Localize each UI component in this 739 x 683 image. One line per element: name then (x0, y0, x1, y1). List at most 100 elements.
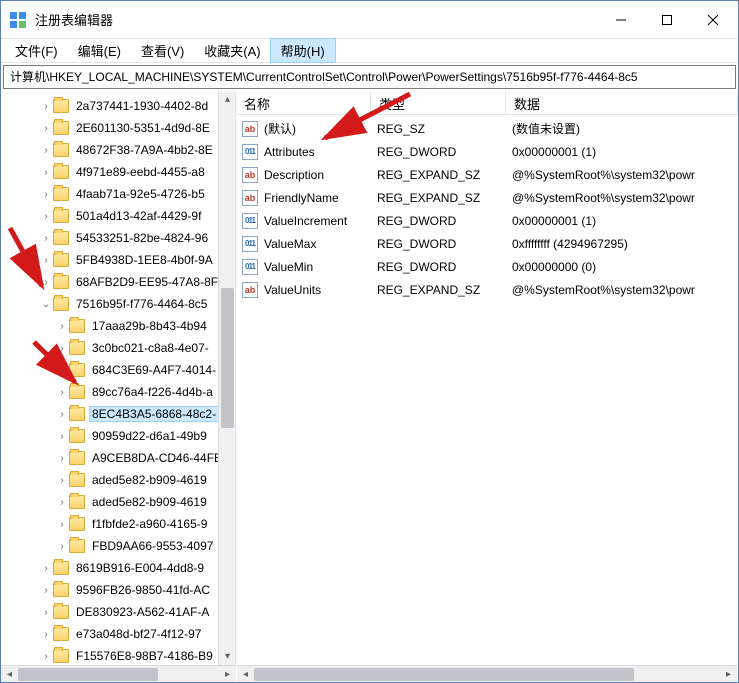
col-data[interactable]: 数据 (506, 91, 738, 114)
window-title: 注册表编辑器 (35, 10, 113, 29)
expand-icon[interactable]: ⌄ (39, 299, 53, 310)
folder-icon (53, 121, 69, 135)
expand-icon[interactable]: › (55, 497, 69, 508)
scroll-up-icon[interactable]: ▴ (219, 91, 236, 108)
folder-icon (53, 605, 69, 619)
expand-icon[interactable]: › (39, 211, 53, 222)
expand-icon[interactable]: › (55, 519, 69, 530)
folder-icon (69, 517, 85, 531)
folder-icon (69, 539, 85, 553)
close-button[interactable] (690, 5, 736, 35)
list-row[interactable]: 011ValueMinREG_DWORD0x00000000 (0) (236, 255, 738, 278)
expand-icon[interactable]: › (55, 541, 69, 552)
value-data: 0x00000001 (1) (512, 145, 738, 159)
scroll-down-icon[interactable]: ▾ (219, 648, 236, 665)
list-row[interactable]: 011ValueIncrementREG_DWORD0x00000001 (1) (236, 209, 738, 232)
tree-item[interactable]: ›8EC4B3A5-6868-48c2- (7, 403, 235, 425)
tree-item[interactable]: ›90959d22-d6a1-49b9 (7, 425, 235, 447)
folder-icon (69, 473, 85, 487)
expand-icon[interactable]: › (39, 189, 53, 200)
list-row[interactable]: 011ValueMaxREG_DWORD0xffffffff (42949672… (236, 232, 738, 255)
menu-view[interactable]: 查看(V) (131, 39, 194, 62)
tree-item[interactable]: ›3c0bc021-c8a8-4e07- (7, 337, 235, 359)
tree-item[interactable]: ›89cc76a4-f226-4d4b-a (7, 381, 235, 403)
expand-icon[interactable]: › (39, 233, 53, 244)
expand-icon[interactable]: › (55, 387, 69, 398)
expand-icon[interactable]: › (39, 145, 53, 156)
tree-item[interactable]: ›FBD9AA66-9553-4097 (7, 535, 235, 557)
scroll-left-icon[interactable]: ◂ (1, 666, 18, 683)
tree-item[interactable]: ›aded5e82-b909-4619 (7, 469, 235, 491)
tree-item[interactable]: ›17aaa29b-8b43-4b94 (7, 315, 235, 337)
expand-icon[interactable]: › (55, 431, 69, 442)
tree-horizontal-scrollbar[interactable]: ◂ ▸ (1, 665, 236, 682)
tree-item[interactable]: ›9596FB26-9850-41fd-AC (7, 579, 235, 601)
tree-item[interactable]: ›8619B916-E004-4dd8-9 (7, 557, 235, 579)
tree-item[interactable]: › F15576E8-98B7-4186-B9 (7, 645, 235, 667)
expand-icon[interactable]: › (39, 167, 53, 178)
list-row[interactable]: 011AttributesREG_DWORD0x00000001 (1) (236, 140, 738, 163)
expand-icon[interactable]: › (39, 123, 53, 134)
list-horizontal-scrollbar[interactable]: ◂ ▸ (237, 665, 737, 682)
binary-value-icon: 011 (242, 144, 258, 160)
expand-icon[interactable]: › (39, 629, 53, 640)
tree-item[interactable]: ›A9CEB8DA-CD46-44FE (7, 447, 235, 469)
binary-value-icon: 011 (242, 236, 258, 252)
list-row[interactable]: abFriendlyNameREG_EXPAND_SZ@%SystemRoot%… (236, 186, 738, 209)
tree-item[interactable]: › 2E601130-5351-4d9d-8E (7, 117, 235, 139)
expand-icon[interactable]: › (55, 365, 69, 376)
tree-item-label: 684C3E69-A4F7-4014- (90, 363, 218, 377)
value-data: 0xffffffff (4294967295) (512, 237, 738, 251)
address-bar[interactable]: 计算机\HKEY_LOCAL_MACHINE\SYSTEM\CurrentCon… (3, 65, 736, 89)
tree-pane: ›2a737441-1930-4402-8d › 2E601130-5351-4d9… (1, 91, 236, 682)
expand-icon[interactable]: › (39, 563, 53, 574)
expand-icon[interactable]: › (55, 453, 69, 464)
expand-icon[interactable]: › (39, 651, 53, 662)
menu-file[interactable]: 文件(F) (5, 39, 68, 62)
tree-item[interactable]: ›e73a048d-bf27-4f12-97 (7, 623, 235, 645)
tree-item[interactable]: ›5FB4938D-1EE8-4b0f-9A (7, 249, 235, 271)
scroll-left-icon[interactable]: ◂ (237, 666, 254, 683)
tree-item[interactable]: ›aded5e82-b909-4619 (7, 491, 235, 513)
tree-item[interactable]: ›f1fbfde2-a960-4165-9 (7, 513, 235, 535)
expand-icon[interactable]: › (39, 277, 53, 288)
list-row[interactable]: abValueUnitsREG_EXPAND_SZ@%SystemRoot%\s… (236, 278, 738, 301)
expand-icon[interactable]: › (55, 409, 69, 420)
expand-icon[interactable]: › (39, 607, 53, 618)
scroll-right-icon[interactable]: ▸ (720, 666, 737, 683)
menu-fav[interactable]: 收藏夹(A) (194, 39, 270, 62)
tree-item[interactable]: ›68AFB2D9-EE95-47A8-8F (7, 271, 235, 293)
maximize-button[interactable] (644, 5, 690, 35)
expand-icon[interactable]: › (55, 343, 69, 354)
folder-icon (53, 231, 69, 245)
expand-icon[interactable]: › (55, 321, 69, 332)
list-row[interactable]: ab(默认)REG_SZ(数值未设置) (236, 117, 738, 140)
tree-item[interactable]: ›2a737441-1930-4402-8d (7, 95, 235, 117)
expand-icon[interactable]: › (55, 475, 69, 486)
tree-item[interactable]: ›4f971e89-eebd-4455-a8 (7, 161, 235, 183)
tree-item[interactable]: ›54533251-82be-4824-96 (7, 227, 235, 249)
minimize-button[interactable] (598, 5, 644, 35)
tree-item[interactable]: ›48672F38-7A9A-4bb2-8E (7, 139, 235, 161)
binary-value-icon: 011 (242, 259, 258, 275)
scroll-right-icon[interactable]: ▸ (219, 666, 236, 683)
tree-item[interactable]: › 684C3E69-A4F7-4014- (7, 359, 235, 381)
folder-icon (69, 319, 85, 333)
value-name: ValueMax (264, 237, 377, 251)
expand-icon[interactable]: › (39, 585, 53, 596)
col-type[interactable]: 类型 (371, 91, 506, 114)
col-name[interactable]: 名称 (236, 91, 371, 114)
menu-edit[interactable]: 编辑(E) (68, 39, 131, 62)
tree-item-label: 2E601130-5351-4d9d-8E (74, 121, 212, 135)
menu-help[interactable]: 帮助(H) (271, 39, 335, 62)
tree-item[interactable]: ›DE830923-A562-41AF-A (7, 601, 235, 623)
tree-item[interactable]: ⌄7516b95f-f776-4464-8c5 (7, 293, 235, 315)
expand-icon[interactable]: › (39, 101, 53, 112)
expand-icon[interactable]: › (39, 255, 53, 266)
tree-item-label: F15576E8-98B7-4186-B9 (74, 649, 215, 663)
tree-item[interactable]: ›4faab71a-92e5-4726-b5 (7, 183, 235, 205)
list-row[interactable]: abDescriptionREG_EXPAND_SZ@%SystemRoot%\… (236, 163, 738, 186)
tree-vertical-scrollbar[interactable]: ▴ ▾ (218, 91, 235, 665)
string-value-icon: ab (242, 167, 258, 183)
tree-item[interactable]: ›501a4d13-42af-4429-9f (7, 205, 235, 227)
